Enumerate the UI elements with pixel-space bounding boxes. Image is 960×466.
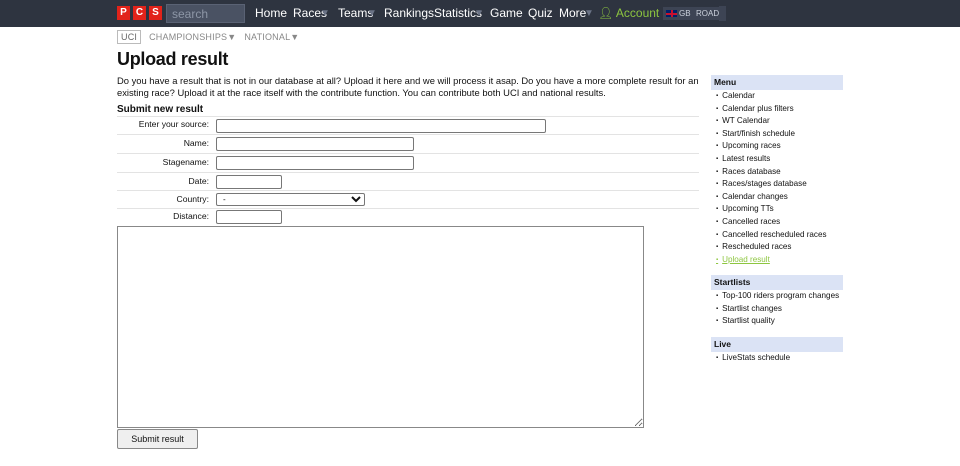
sidebar-item-calendar-changes[interactable]: Calendar changes [716, 191, 827, 204]
source-label: Enter your source: [138, 119, 209, 129]
sidebar-item-latest-results[interactable]: Latest results [716, 153, 827, 166]
sidebar-item-calendar[interactable]: Calendar [716, 90, 827, 103]
form-row-stagename: Stagename: [117, 153, 699, 172]
nav-home[interactable]: Home [255, 0, 287, 27]
form-title: Submit new result [117, 104, 204, 115]
form-row-source: Enter your source: [117, 116, 699, 134]
form-row-name: Name: [117, 134, 699, 153]
result-textarea[interactable] [117, 226, 644, 428]
name-input[interactable] [216, 137, 414, 151]
user-icon: 👤︎ [598, 6, 614, 20]
form-row-date: Date: [117, 172, 699, 190]
intro-text: Do you have a result that is not in our … [117, 75, 699, 98]
sidebar-item-rescheduled-races[interactable]: Rescheduled races [716, 241, 827, 254]
submit-result-button[interactable]: Submit result [117, 429, 198, 449]
name-label: Name: [183, 138, 209, 148]
form-row-country: Country: - [117, 190, 699, 208]
sidebar-item-races-stages-database[interactable]: Races/stages database [716, 178, 827, 191]
sidebar-item-livestats-schedule[interactable]: LiveStats schedule [716, 352, 790, 365]
pcs-logo[interactable]: P C S [117, 6, 162, 20]
sidebar-item-races-database[interactable]: Races database [716, 166, 827, 179]
subtab-championships[interactable]: CHAMPIONSHIPS▼ [149, 32, 236, 42]
more-dropdown-icon[interactable]: ▼ [584, 0, 594, 27]
region-label: GB [679, 9, 691, 18]
nav-game[interactable]: Game [490, 0, 523, 27]
date-input[interactable] [216, 175, 282, 189]
logo-letter-c: C [133, 6, 146, 20]
races-dropdown-icon[interactable]: ▼ [320, 0, 330, 27]
discipline-selector[interactable]: ROAD [693, 7, 723, 20]
nav-rankings[interactable]: Rankings [384, 0, 434, 27]
sidebar-item-calendar-plus-filters[interactable]: Calendar plus filters [716, 103, 827, 116]
sidebar-item-startlist-changes[interactable]: Startlist changes [716, 303, 839, 316]
sidebar-item-upload-result[interactable]: Upload result [716, 254, 827, 267]
distance-input[interactable] [216, 210, 282, 224]
sidebar-item-cancelled-rescheduled-races[interactable]: Cancelled rescheduled races [716, 229, 826, 242]
sub-tabs: UCI CHAMPIONSHIPS▼ NATIONAL▼ [117, 29, 307, 45]
sidebar-item-upcoming-tts[interactable]: Upcoming TTs [716, 203, 827, 216]
sidebar-live-header: Live [711, 337, 843, 352]
stagename-label: Stagename: [162, 157, 209, 167]
source-input[interactable] [216, 119, 546, 133]
sidebar-item-wt-calendar[interactable]: WT Calendar [716, 115, 827, 128]
sidebar-startlists-header: Startlists [711, 275, 843, 290]
account-label: Account [615, 6, 660, 20]
search-input[interactable] [166, 4, 245, 23]
sidebar-menu-list: Calendar Calendar plus filters WT Calend… [716, 90, 827, 267]
logo-letter-p: P [117, 6, 130, 20]
sidebar-item-cancelled-races[interactable]: Cancelled races [716, 216, 827, 229]
subtab-uci[interactable]: UCI [117, 30, 142, 44]
stagename-input[interactable] [216, 156, 414, 170]
sidebar-startlists-list: Top-100 riders program changes Startlist… [716, 290, 839, 328]
sidebar-item-top-100-program-changes[interactable]: Top-100 riders program changes [716, 290, 839, 303]
nav-extra-button[interactable] [719, 6, 726, 21]
subtab-national[interactable]: NATIONAL▼ [244, 32, 299, 42]
teams-dropdown-icon[interactable]: ▼ [367, 0, 377, 27]
sidebar-item-startlist-quality[interactable]: Startlist quality [716, 315, 839, 328]
form-row-distance: Distance: [117, 208, 699, 225]
logo-letter-s: S [149, 6, 162, 20]
date-label: Date: [188, 176, 209, 186]
sidebar-item-upcoming-races[interactable]: Upcoming races [716, 140, 827, 153]
sidebar-item-start-finish-schedule[interactable]: Start/finish schedule [716, 128, 827, 141]
uk-flag-icon [666, 10, 677, 17]
sidebar-menu-header: Menu [711, 75, 843, 90]
page-title: Upload result [117, 49, 229, 69]
nav-quiz[interactable]: Quiz [528, 0, 553, 27]
statistics-dropdown-icon[interactable]: ▼ [474, 0, 484, 27]
top-navigation: P C S Home Races ▼ Teams ▼ Rankings Stat… [0, 0, 960, 27]
distance-label: Distance: [173, 211, 209, 221]
region-selector[interactable]: GB [663, 7, 694, 20]
nav-account[interactable]: 👤︎ Account [598, 0, 659, 27]
country-select[interactable]: - [216, 193, 365, 206]
country-label: Country: [176, 194, 209, 204]
nav-more[interactable]: More [559, 0, 586, 27]
sidebar-live-list: LiveStats schedule [716, 352, 790, 365]
